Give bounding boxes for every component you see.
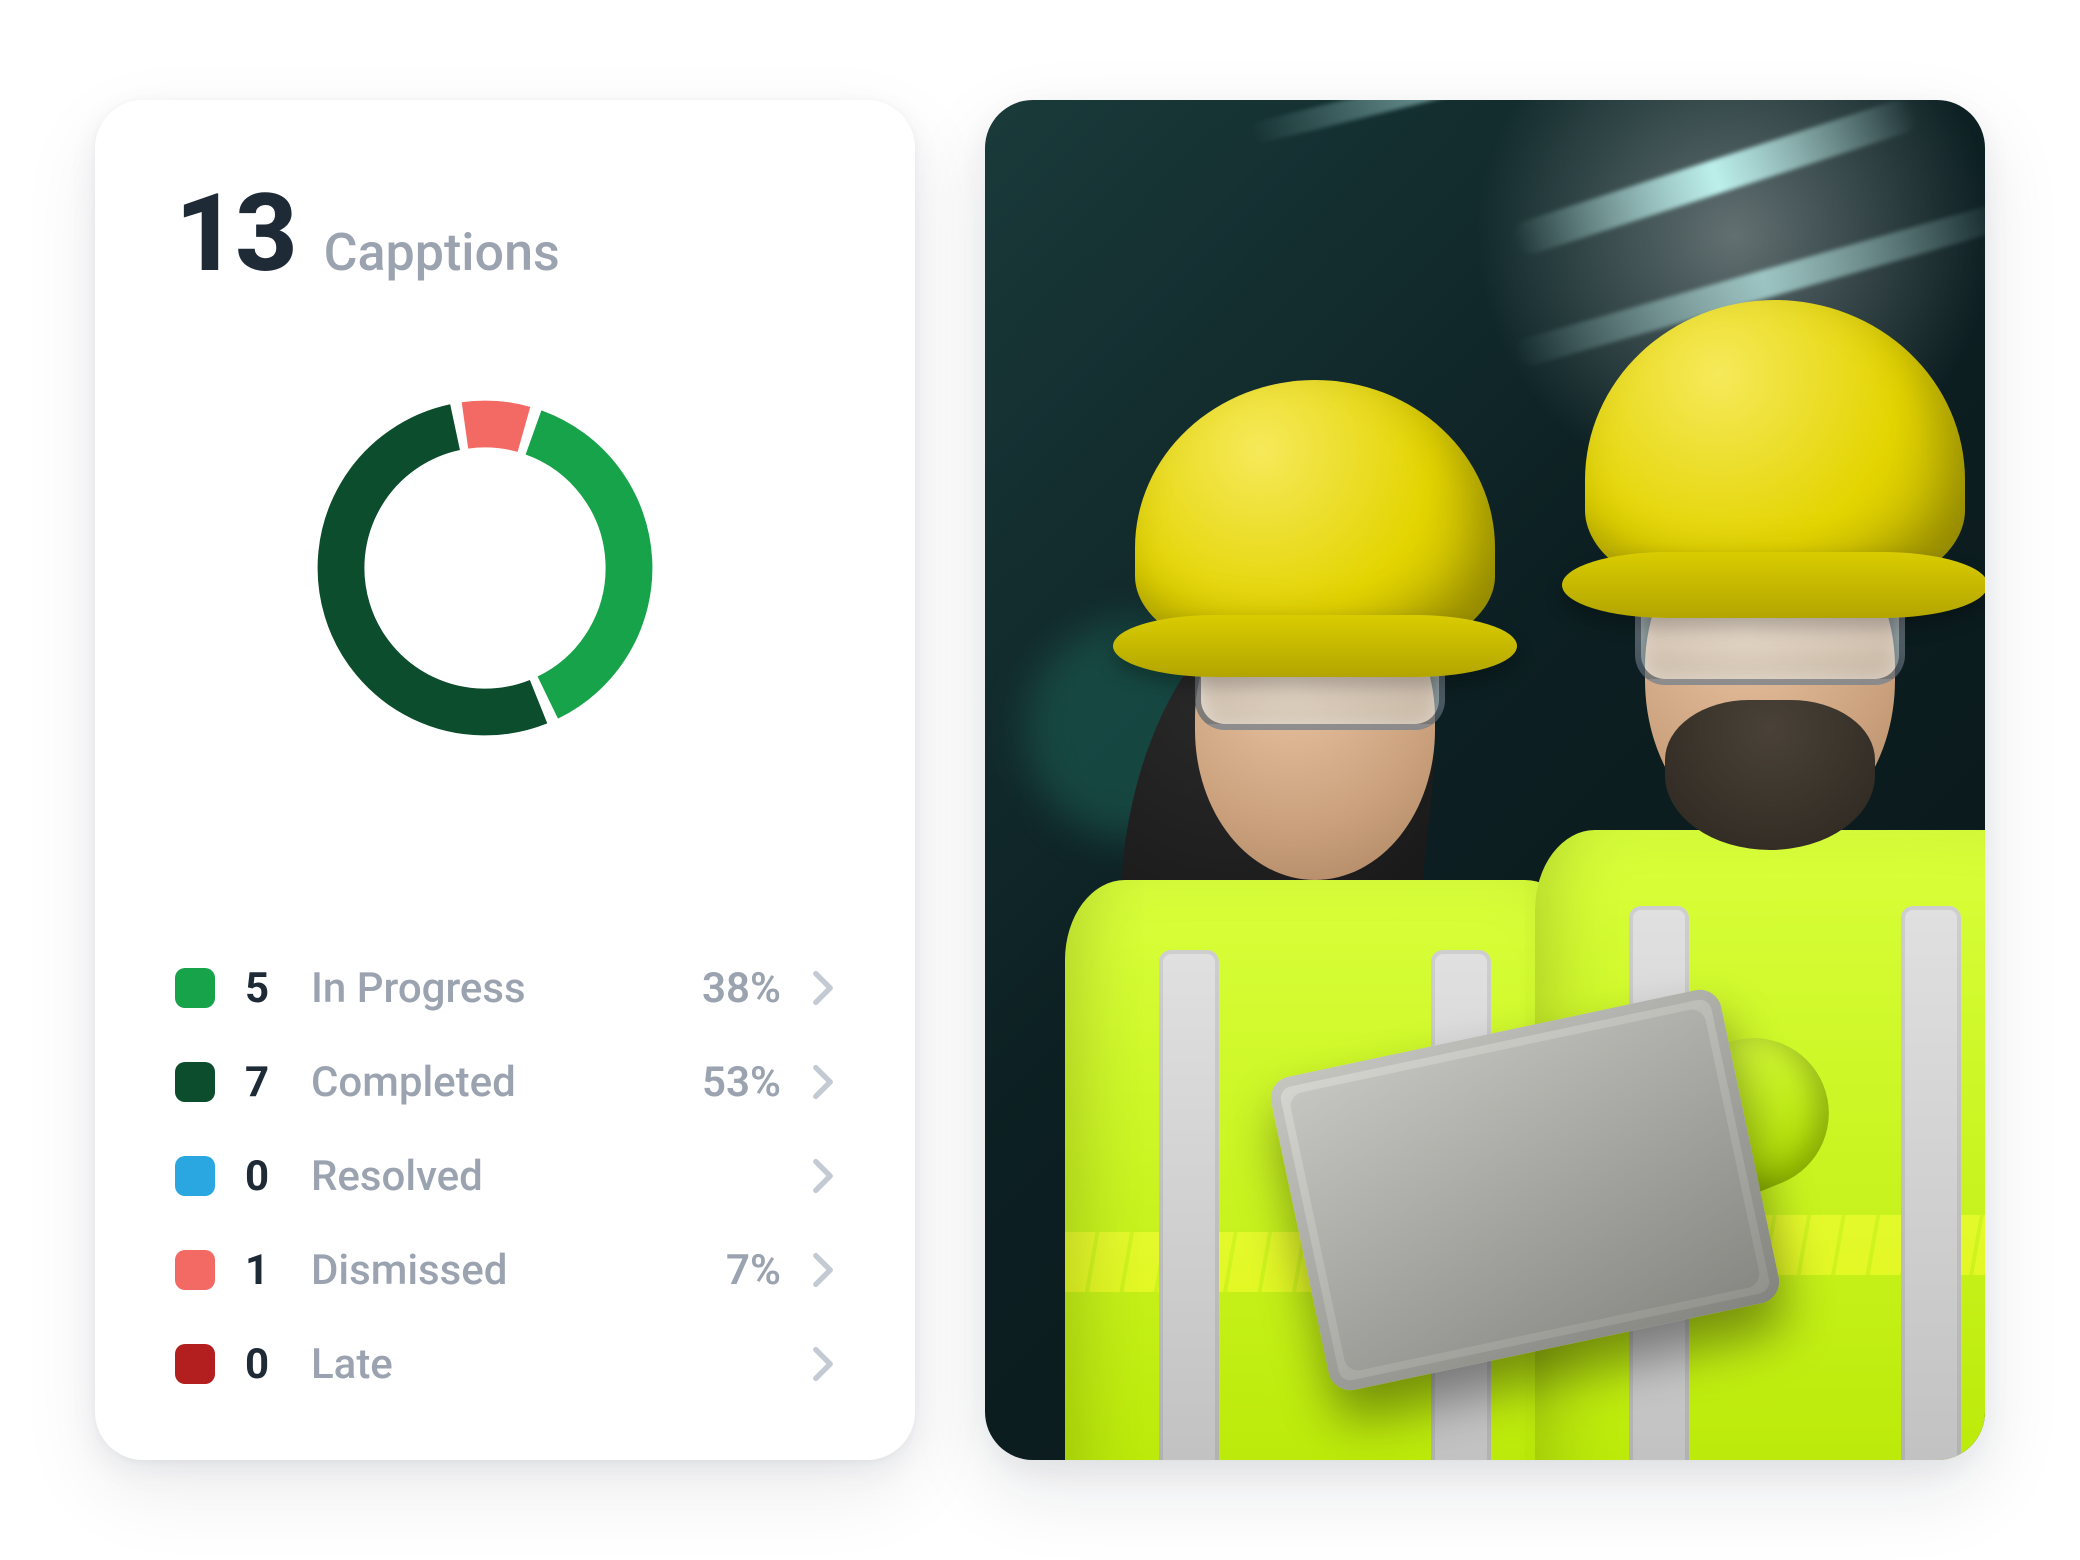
- legend-row-completed[interactable]: 7Completed53%: [175, 1046, 835, 1118]
- chevron-right-icon[interactable]: [811, 1252, 835, 1288]
- photo-scene: [985, 100, 1985, 1460]
- stage: 13 Capptions 5In Progress38%7Completed53…: [0, 0, 2080, 1560]
- header-label: Capptions: [324, 227, 560, 279]
- legend-percent: 53%: [671, 1058, 781, 1107]
- legend-label: Late: [311, 1340, 671, 1389]
- chevron-right-icon[interactable]: [811, 1346, 835, 1382]
- legend-count: 5: [245, 964, 301, 1013]
- donut-chart-wrap: [175, 358, 835, 778]
- card-header: 13 Capptions: [175, 180, 835, 288]
- swatch-late: [175, 1344, 215, 1384]
- donut-chart: [305, 388, 665, 748]
- capptions-summary-card: 13 Capptions 5In Progress38%7Completed53…: [95, 100, 915, 1460]
- legend-label: Resolved: [311, 1152, 671, 1201]
- legend: 5In Progress38%7Completed53%0Resolved1Di…: [175, 952, 835, 1400]
- legend-count: 7: [245, 1058, 301, 1107]
- legend-label: In Progress: [311, 964, 671, 1013]
- swatch-dismissed: [175, 1250, 215, 1290]
- swatch-resolved: [175, 1156, 215, 1196]
- chevron-right-icon[interactable]: [811, 1064, 835, 1100]
- swatch-in_progress: [175, 968, 215, 1008]
- chevron-right-icon[interactable]: [811, 1158, 835, 1194]
- chevron-right-icon[interactable]: [811, 970, 835, 1006]
- legend-percent: 7%: [671, 1246, 781, 1295]
- legend-label: Completed: [311, 1058, 671, 1107]
- legend-row-dismissed[interactable]: 1Dismissed7%: [175, 1234, 835, 1306]
- hero-photo: [985, 100, 1985, 1460]
- legend-count: 0: [245, 1340, 301, 1389]
- legend-row-late[interactable]: 0Late: [175, 1328, 835, 1400]
- legend-row-in_progress[interactable]: 5In Progress38%: [175, 952, 835, 1024]
- legend-percent: 38%: [671, 964, 781, 1013]
- total-count: 13: [175, 180, 296, 288]
- legend-count: 0: [245, 1152, 301, 1201]
- legend-row-resolved[interactable]: 0Resolved: [175, 1140, 835, 1212]
- legend-count: 1: [245, 1246, 301, 1295]
- legend-label: Dismissed: [311, 1246, 671, 1295]
- swatch-completed: [175, 1062, 215, 1102]
